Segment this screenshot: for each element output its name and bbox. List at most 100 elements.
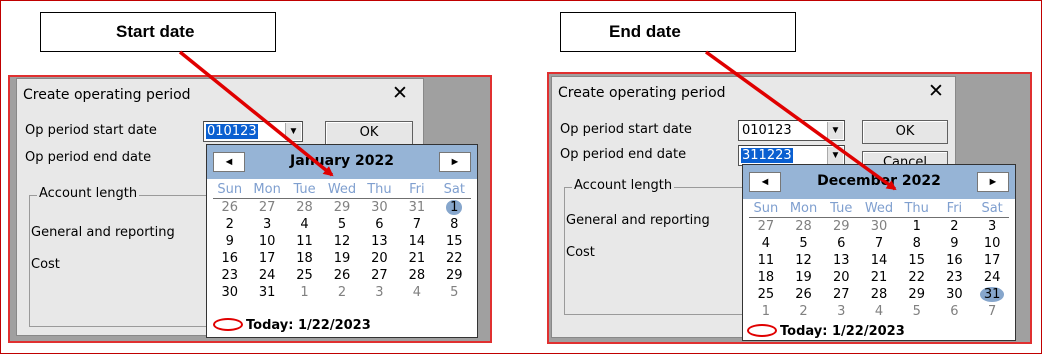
calendar-day[interactable]: 5 xyxy=(785,235,823,252)
next-month-button[interactable]: ► xyxy=(977,172,1009,192)
calendar-day[interactable]: 18 xyxy=(747,269,785,286)
calendar-day[interactable]: 29 xyxy=(898,286,936,303)
calendar-day[interactable]: 4 xyxy=(286,216,323,233)
end-date-combo[interactable]: 311223 ▼ xyxy=(738,145,845,166)
calendar-day[interactable]: 28 xyxy=(286,199,323,216)
calendar-day[interactable]: 28 xyxy=(785,218,823,235)
calendar-day[interactable]: 6 xyxy=(822,235,860,252)
calendar-day[interactable]: 7 xyxy=(860,235,898,252)
calendar-day[interactable]: 31 xyxy=(248,284,285,301)
calendar-day[interactable]: 27 xyxy=(747,218,785,235)
calendar-day[interactable]: 20 xyxy=(361,250,398,267)
calendar-day[interactable]: 4 xyxy=(398,284,435,301)
calendar-day[interactable]: 27 xyxy=(822,286,860,303)
calendar-day[interactable]: 7 xyxy=(398,216,435,233)
calendar-day[interactable]: 23 xyxy=(936,269,974,286)
calendar-day[interactable]: 8 xyxy=(436,216,473,233)
calendar-day[interactable]: 27 xyxy=(361,267,398,284)
start-date-combo[interactable]: 010123 ▼ xyxy=(203,121,303,142)
calendar-day[interactable]: 2 xyxy=(785,303,823,320)
calendar-day[interactable]: 18 xyxy=(286,250,323,267)
calendar-day[interactable]: 1 xyxy=(286,284,323,301)
calendar-day[interactable]: 30 xyxy=(936,286,974,303)
calendar-day[interactable]: 14 xyxy=(398,233,435,250)
calendar-day[interactable]: 29 xyxy=(436,267,473,284)
calendar-day[interactable]: 16 xyxy=(936,252,974,269)
calendar-day[interactable]: 8 xyxy=(898,235,936,252)
calendar-day[interactable]: 26 xyxy=(323,267,360,284)
calendar-day[interactable]: 11 xyxy=(286,233,323,250)
calendar-day[interactable]: 9 xyxy=(936,235,974,252)
calendar-day[interactable]: 3 xyxy=(361,284,398,301)
calendar-day-selected[interactable]: 1 xyxy=(436,199,473,216)
calendar-day[interactable]: 10 xyxy=(973,235,1011,252)
calendar-day[interactable]: 28 xyxy=(398,267,435,284)
calendar-day[interactable]: 24 xyxy=(248,267,285,284)
calendar-day[interactable]: 15 xyxy=(436,233,473,250)
ok-button[interactable]: OK xyxy=(862,120,948,144)
calendar-day[interactable]: 23 xyxy=(211,267,248,284)
calendar-day[interactable]: 12 xyxy=(785,252,823,269)
calendar-day[interactable]: 30 xyxy=(211,284,248,301)
calendar-day[interactable]: 26 xyxy=(785,286,823,303)
calendar-day[interactable]: 10 xyxy=(248,233,285,250)
calendar-day[interactable]: 31 xyxy=(398,199,435,216)
calendar-day[interactable]: 6 xyxy=(361,216,398,233)
calendar-day[interactable]: 21 xyxy=(860,269,898,286)
calendar-day[interactable]: 20 xyxy=(822,269,860,286)
calendar-day[interactable]: 9 xyxy=(211,233,248,250)
calendar-day[interactable]: 5 xyxy=(436,284,473,301)
calendar-day[interactable]: 25 xyxy=(747,286,785,303)
start-date-value[interactable]: 010123 xyxy=(206,124,258,139)
calendar-day[interactable]: 2 xyxy=(323,284,360,301)
today-link[interactable]: Today: 1/22/2023 xyxy=(747,324,905,339)
calendar-day[interactable]: 17 xyxy=(248,250,285,267)
calendar-day[interactable]: 3 xyxy=(248,216,285,233)
chevron-down-icon[interactable]: ▼ xyxy=(285,123,301,140)
close-icon[interactable]: ✕ xyxy=(392,83,408,103)
calendar-day[interactable]: 2 xyxy=(211,216,248,233)
calendar-day[interactable]: 16 xyxy=(211,250,248,267)
calendar-day[interactable]: 5 xyxy=(898,303,936,320)
calendar-day[interactable]: 11 xyxy=(747,252,785,269)
close-icon[interactable]: ✕ xyxy=(928,81,944,101)
calendar-day[interactable]: 19 xyxy=(323,250,360,267)
calendar-day[interactable]: 28 xyxy=(860,286,898,303)
calendar-day[interactable]: 24 xyxy=(973,269,1011,286)
next-month-button[interactable]: ► xyxy=(439,152,471,172)
calendar-day[interactable]: 1 xyxy=(747,303,785,320)
start-date-combo[interactable]: 010123 ▼ xyxy=(738,120,845,141)
calendar-day[interactable]: 12 xyxy=(323,233,360,250)
calendar-day[interactable]: 3 xyxy=(822,303,860,320)
chevron-down-icon[interactable]: ▼ xyxy=(827,147,843,164)
calendar-day[interactable]: 30 xyxy=(860,218,898,235)
today-link[interactable]: Today: 1/22/2023 xyxy=(213,318,371,333)
calendar-day[interactable]: 13 xyxy=(822,252,860,269)
calendar-day[interactable]: 25 xyxy=(286,267,323,284)
chevron-down-icon[interactable]: ▼ xyxy=(827,122,843,139)
calendar-day[interactable]: 22 xyxy=(436,250,473,267)
calendar-day[interactable]: 15 xyxy=(898,252,936,269)
calendar-day[interactable]: 2 xyxy=(936,218,974,235)
calendar-day[interactable]: 17 xyxy=(973,252,1011,269)
calendar-day[interactable]: 14 xyxy=(860,252,898,269)
calendar-day[interactable]: 5 xyxy=(323,216,360,233)
ok-button[interactable]: OK xyxy=(325,121,413,145)
calendar-day[interactable]: 30 xyxy=(361,199,398,216)
calendar-day[interactable]: 7 xyxy=(973,303,1011,320)
calendar-day[interactable]: 29 xyxy=(822,218,860,235)
calendar-day[interactable]: 19 xyxy=(785,269,823,286)
calendar-day[interactable]: 22 xyxy=(898,269,936,286)
calendar-day[interactable]: 26 xyxy=(211,199,248,216)
end-date-value[interactable]: 311223 xyxy=(741,148,793,163)
calendar-day-selected[interactable]: 31 xyxy=(973,286,1011,303)
calendar-day[interactable]: 21 xyxy=(398,250,435,267)
start-date-value[interactable]: 010123 xyxy=(741,123,793,138)
calendar-day[interactable]: 6 xyxy=(936,303,974,320)
calendar-day[interactable]: 27 xyxy=(248,199,285,216)
calendar-day[interactable]: 1 xyxy=(898,218,936,235)
calendar-day[interactable]: 4 xyxy=(747,235,785,252)
calendar-day[interactable]: 29 xyxy=(323,199,360,216)
calendar-day[interactable]: 4 xyxy=(860,303,898,320)
calendar-day[interactable]: 3 xyxy=(973,218,1011,235)
